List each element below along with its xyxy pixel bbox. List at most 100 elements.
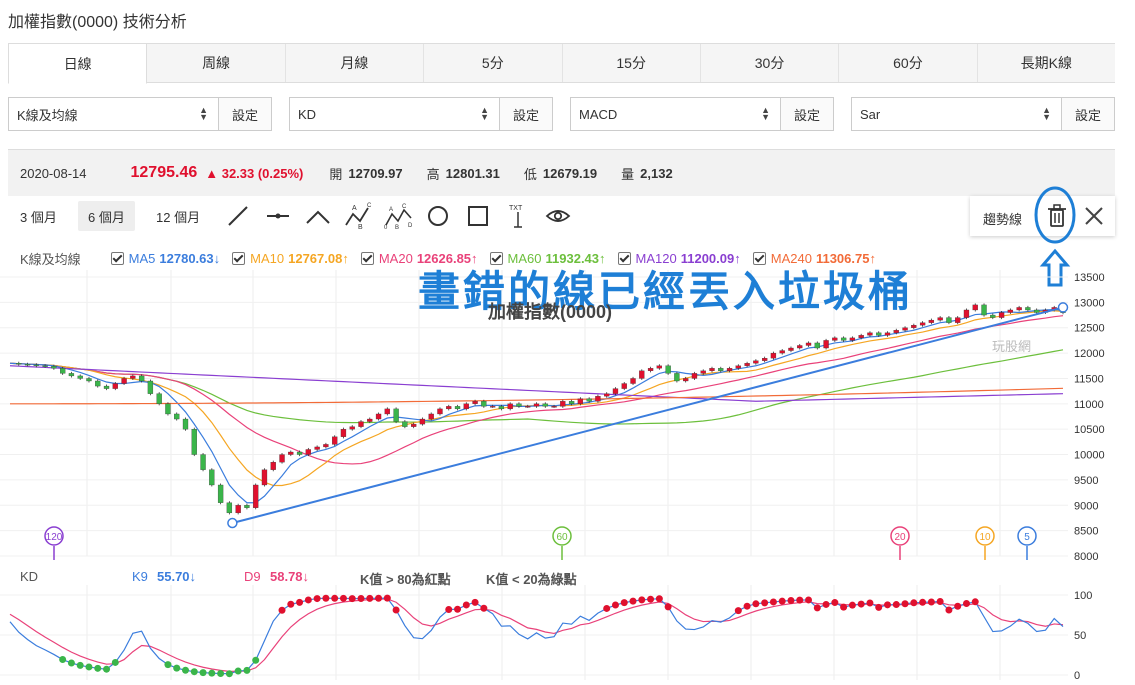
text-tool-icon[interactable]: TXT xyxy=(504,202,532,230)
select-arrow-icon: ▲ ▼ xyxy=(199,105,208,122)
quote-change: ▲ 32.33 (0.25%) xyxy=(205,165,304,181)
circle-tool-icon[interactable] xyxy=(424,202,452,230)
k9-label: K9 xyxy=(132,569,148,584)
kd-red-dot xyxy=(892,601,900,609)
low-label: 低 xyxy=(523,166,537,182)
ma10-checkbox[interactable] xyxy=(232,252,246,265)
kd-green-dot xyxy=(173,664,181,672)
tab-daily[interactable]: 日線 xyxy=(8,43,148,84)
kd-red-dot xyxy=(664,603,672,611)
candle-body xyxy=(156,393,162,404)
candle-body xyxy=(735,365,741,369)
ma-marker-label: 10 xyxy=(979,532,991,543)
candle-body xyxy=(226,502,233,514)
candle-body xyxy=(165,403,171,415)
ma10-value: 12767.08↑ xyxy=(288,251,349,266)
kd-red-dot xyxy=(278,606,286,614)
candle-body xyxy=(358,421,364,427)
horizontal-line-tool-icon[interactable] xyxy=(264,202,292,230)
candle-body xyxy=(937,317,943,321)
candle-body xyxy=(849,337,856,341)
tab-15min[interactable]: 15分 xyxy=(563,44,701,82)
candle-body xyxy=(884,332,891,336)
svg-text:A: A xyxy=(389,207,393,213)
settings-button-3[interactable]: 設定 xyxy=(780,98,833,130)
candle-body xyxy=(147,380,154,394)
candle-body xyxy=(191,429,197,455)
indicator-selector-3: MACD ▲ ▼ 設定 xyxy=(570,97,834,131)
wave-abc-tool-icon[interactable]: A B C xyxy=(344,202,372,230)
candle-body xyxy=(560,401,566,407)
candle-body xyxy=(928,319,935,323)
indicator-select-2[interactable]: KD ▲ ▼ xyxy=(290,98,499,130)
svg-text:D: D xyxy=(408,223,412,229)
ma10-label: MA10 xyxy=(250,251,285,266)
trendline-label: 趨勢線 xyxy=(983,212,1023,227)
kd-red-dot xyxy=(647,595,655,603)
rectangle-tool-icon[interactable] xyxy=(464,202,492,230)
indicator-select-3[interactable]: MACD ▲ ▼ xyxy=(571,98,780,130)
settings-button-2[interactable]: 設定 xyxy=(499,98,552,130)
kd-red-dot xyxy=(734,607,742,615)
tab-30min[interactable]: 30分 xyxy=(701,44,840,82)
ma20-checkbox[interactable] xyxy=(360,252,374,265)
candle-body xyxy=(138,375,145,382)
quote-info-bar: 2020-08-14 12795.46 ▲ 32.33 (0.25%) 開 127… xyxy=(8,149,1115,196)
indicator-selector-4: Sar ▲ ▼ 設定 xyxy=(851,97,1115,131)
tab-weekly[interactable]: 周線 xyxy=(147,44,286,82)
kd-chart[interactable]: 0 50 100 xyxy=(0,585,1135,685)
kd-red-dot xyxy=(331,594,339,602)
kd-red-dot xyxy=(778,597,786,605)
close-icon[interactable] xyxy=(1082,204,1106,228)
tab-long-term[interactable]: 長期K線 xyxy=(978,44,1115,82)
candle-body xyxy=(726,368,733,371)
indicator-select-4[interactable]: Sar ▲ ▼ xyxy=(852,98,1061,130)
candle-body xyxy=(86,378,92,382)
settings-button-4[interactable]: 設定 xyxy=(1061,98,1114,130)
angle-tool-icon[interactable] xyxy=(304,202,332,230)
candle-body xyxy=(832,337,838,341)
ma-marker: 5 xyxy=(1017,526,1037,560)
candle-body xyxy=(586,398,592,402)
kd-red-dot xyxy=(857,600,865,608)
range-6m-button[interactable]: 6 個月 xyxy=(78,201,135,231)
ma-marker-label: 5 xyxy=(1024,532,1030,543)
open-label: 開 xyxy=(329,166,343,182)
candle-body xyxy=(182,418,189,430)
y-tick-label: 9000 xyxy=(1074,500,1098,512)
kd-red-dot xyxy=(936,597,944,605)
wave-abcd-tool-icon[interactable]: A B C D 0 xyxy=(384,202,412,230)
settings-button-1[interactable]: 設定 xyxy=(218,98,271,130)
d9-label: D9 xyxy=(244,569,261,584)
ma5-checkbox[interactable] xyxy=(110,252,124,265)
y-tick-label: 8500 xyxy=(1074,526,1098,538)
candle-body xyxy=(691,373,698,379)
candle-body xyxy=(823,340,829,349)
kd-title: KD xyxy=(20,569,39,584)
kd-red-dot xyxy=(919,598,927,606)
page-title: 加權指數(0000) 技術分析 xyxy=(8,14,187,31)
ma20-label: MA20 xyxy=(378,251,413,266)
tab-monthly[interactable]: 月線 xyxy=(286,44,425,82)
kd-red-dot xyxy=(813,604,821,612)
kd-red-dot xyxy=(304,596,312,604)
candle-body xyxy=(428,413,434,420)
candle-body xyxy=(911,325,917,328)
kd-red-dot xyxy=(620,599,628,607)
range-3m-button[interactable]: 3 個月 xyxy=(10,201,67,231)
kd-red-dot xyxy=(831,599,839,607)
d9-value: 58.78↓ xyxy=(270,569,310,584)
kd-red-dot xyxy=(954,602,962,610)
candle-body xyxy=(332,436,338,445)
indicator-select-1[interactable]: K線及均線 ▲ ▼ xyxy=(9,98,218,130)
tab-60min[interactable]: 60分 xyxy=(839,44,978,82)
line-tool-icon[interactable] xyxy=(224,202,252,230)
range-12m-button[interactable]: 12 個月 xyxy=(146,201,210,231)
tab-5min[interactable]: 5分 xyxy=(424,44,563,82)
candle-body xyxy=(402,421,408,427)
ma-marker: 20 xyxy=(890,526,910,560)
candle-body xyxy=(68,373,75,377)
eye-icon[interactable] xyxy=(544,202,572,230)
candle-body xyxy=(314,446,320,450)
kd-red-dot xyxy=(927,598,935,606)
